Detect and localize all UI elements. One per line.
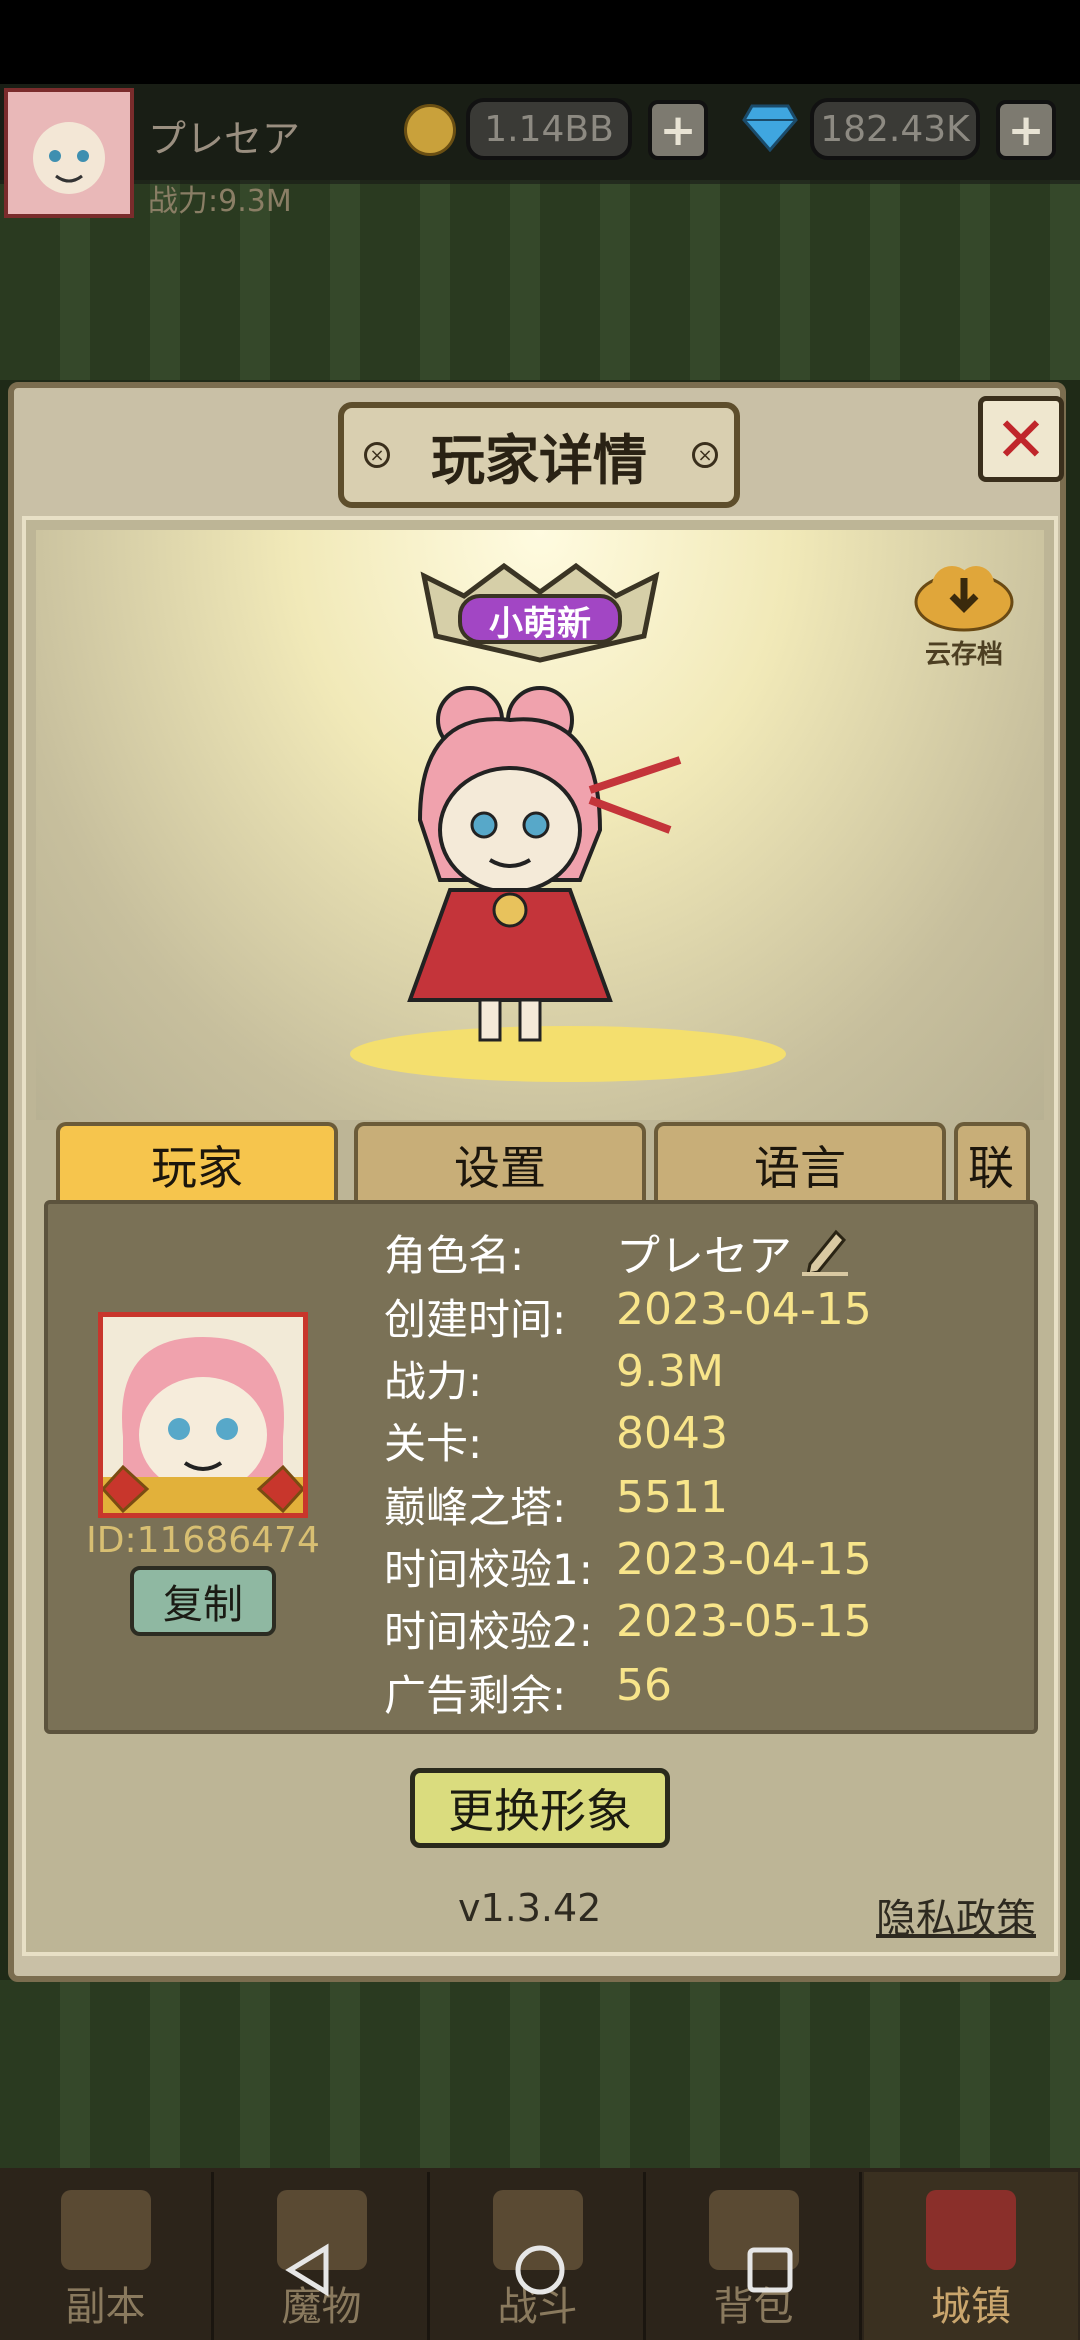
- back-icon[interactable]: [280, 2240, 340, 2300]
- rivet-icon: ×: [364, 442, 390, 468]
- privacy-policy-link[interactable]: 隐私政策: [876, 1886, 1036, 1944]
- nav-label: 城镇: [931, 2284, 1011, 2330]
- edit-pencil-icon[interactable]: [800, 1224, 850, 1276]
- info-label: 战力:: [384, 1357, 483, 1406]
- nav-town[interactable]: 城镇: [864, 2172, 1078, 2340]
- rank-badge-label: 小萌新: [489, 604, 591, 644]
- nav-label: 副本: [65, 2284, 146, 2330]
- change-avatar-button[interactable]: 更换形象: [410, 1768, 670, 1848]
- hud-power: 战力:9.3M: [148, 184, 292, 219]
- hud-avatar[interactable]: [4, 88, 134, 218]
- time-check-1-value: 2023-04-15: [616, 1534, 872, 1585]
- diamond-icon: [742, 104, 798, 152]
- portrait-face-icon: [100, 1337, 306, 1514]
- cloud-save-label: 云存档: [924, 640, 1003, 670]
- close-button[interactable]: ✕: [978, 396, 1064, 482]
- map-icon: [60, 2190, 151, 2270]
- time-check-2-value: 2023-05-15: [616, 1596, 872, 1647]
- info-label: 广告剩余:: [384, 1671, 567, 1720]
- nav-dungeon[interactable]: 副本: [0, 2172, 214, 2340]
- avatar-face-icon: [8, 92, 130, 214]
- info-label: 关卡:: [384, 1419, 483, 1468]
- hud-player-name: プレセア: [148, 117, 301, 161]
- info-label: 角色名:: [384, 1231, 525, 1280]
- info-label: 巅峰之塔:: [384, 1483, 567, 1532]
- add-gold-button[interactable]: +: [648, 100, 708, 160]
- player-character-sprite: [407, 686, 682, 1042]
- forest-backdrop-bottom: [0, 1980, 1080, 2180]
- copy-id-button[interactable]: 复制: [130, 1566, 276, 1636]
- player-id: ID:11686474: [86, 1520, 320, 1561]
- role-name-value: プレセア: [616, 1231, 792, 1282]
- dialog-title: 玩家详情: [338, 402, 740, 508]
- gold-amount: 1.14BB: [466, 98, 632, 160]
- tab-more[interactable]: 联: [954, 1122, 1030, 1204]
- home-icon[interactable]: [510, 2240, 570, 2300]
- add-gems-button[interactable]: +: [996, 100, 1056, 160]
- tab-settings[interactable]: 设置: [354, 1122, 646, 1204]
- recents-icon[interactable]: [740, 2240, 800, 2300]
- create-time-value: 2023-04-15: [616, 1284, 872, 1335]
- tab-player[interactable]: 玩家: [56, 1122, 338, 1204]
- info-label: 时间校验1:: [384, 1545, 593, 1594]
- power-value: 9.3M: [616, 1346, 724, 1397]
- info-label: 创建时间:: [384, 1295, 567, 1344]
- info-label: 时间校验2:: [384, 1607, 593, 1656]
- gem-amount: 182.43K: [810, 98, 980, 160]
- ads-remaining-value: 56: [616, 1660, 672, 1711]
- peak-tower-value: 5511: [616, 1472, 728, 1523]
- version-text: v1.3.42: [458, 1886, 602, 1930]
- gold-coin-icon: [404, 104, 456, 156]
- stage-value: 8043: [616, 1408, 728, 1459]
- tab-language[interactable]: 语言: [654, 1122, 946, 1204]
- shop-icon: [926, 2190, 1016, 2270]
- player-portrait: [98, 1312, 308, 1518]
- rivet-icon: ×: [692, 442, 718, 468]
- cloud-download-icon[interactable]: [912, 556, 1016, 632]
